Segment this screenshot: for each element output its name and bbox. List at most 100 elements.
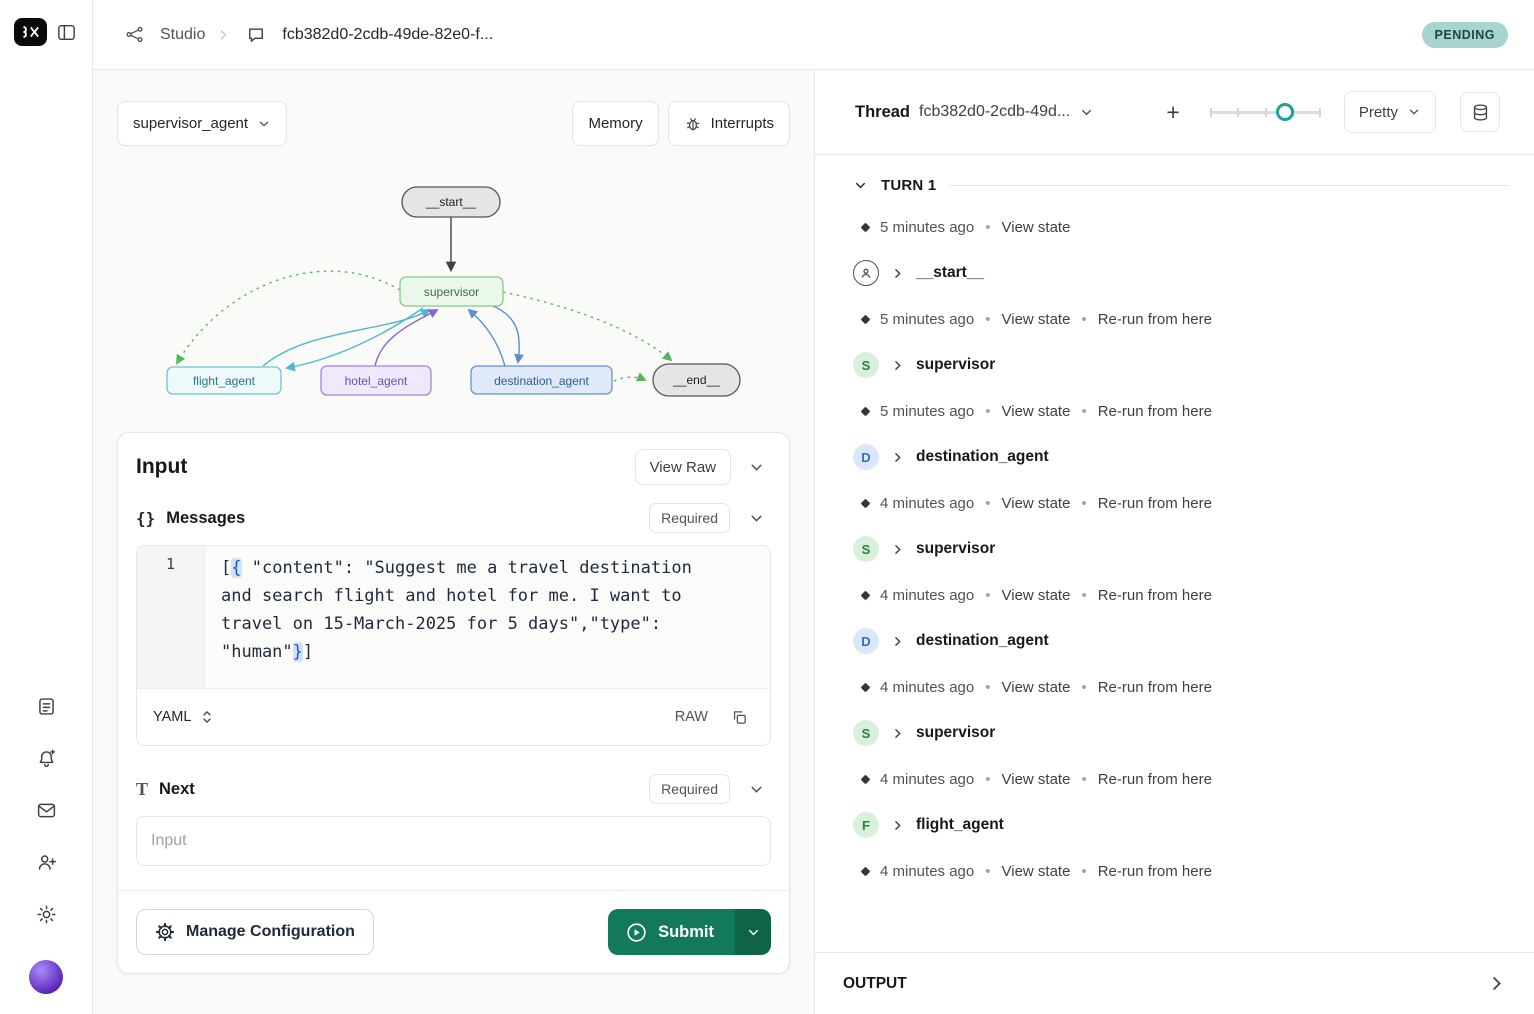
breadcrumb-studio[interactable]: Studio xyxy=(160,26,205,44)
theme-toggle-icon[interactable] xyxy=(34,902,58,926)
code-token: ] xyxy=(302,642,314,662)
breadcrumb-thread-id[interactable]: fcb382d0-2cdb-49de-82e0-f... xyxy=(282,26,493,44)
copy-icon[interactable] xyxy=(724,702,754,732)
code-content[interactable]: [{ "content": "Suggest me a travel desti… xyxy=(221,554,697,666)
timeline-node-row[interactable]: Ddestination_agent xyxy=(853,434,1508,480)
separator-dot-icon: • xyxy=(1081,586,1087,604)
thread-selector[interactable]: Thread fcb382d0-2cdb-49d... xyxy=(855,103,1094,122)
slider-tick xyxy=(1209,108,1212,117)
graph-node-supervisor[interactable]: supervisor xyxy=(399,276,504,307)
step-diamond-icon xyxy=(860,590,871,600)
view-state-link[interactable]: View state xyxy=(1002,863,1071,880)
graph-node-end[interactable]: __end__ xyxy=(652,363,741,397)
view-state-link[interactable]: View state xyxy=(1002,403,1071,420)
timeline-node-row[interactable]: Ssupervisor xyxy=(853,710,1508,756)
submit-button[interactable]: Submit xyxy=(608,909,735,955)
view-state-link[interactable]: View state xyxy=(1002,679,1071,696)
timeline-node-row[interactable]: Fflight_agent xyxy=(853,802,1508,848)
graph-node-flight-agent[interactable]: flight_agent xyxy=(166,366,282,395)
graph-node-destination-agent[interactable]: destination_agent xyxy=(470,365,613,395)
turn-collapse-chevron-icon[interactable] xyxy=(853,178,868,193)
interrupts-button-label: Interrupts xyxy=(710,115,774,132)
chevron-right-icon[interactable] xyxy=(891,635,904,648)
turn-header: TURN 1 xyxy=(853,177,1508,194)
editor-line-number: 1 xyxy=(137,546,205,688)
graph-node-hotel-agent[interactable]: hotel_agent xyxy=(320,365,432,396)
re-run-from-here-link[interactable]: Re-run from here xyxy=(1098,403,1212,420)
edge-flight-supervisor xyxy=(262,309,431,367)
sidebar-toggle-icon[interactable] xyxy=(54,20,78,44)
next-input[interactable] xyxy=(136,816,771,866)
manage-configuration-button[interactable]: Manage Configuration xyxy=(136,909,374,955)
release-notes-icon[interactable] xyxy=(34,694,58,718)
invite-user-icon[interactable] xyxy=(34,850,58,874)
memory-button[interactable]: Memory xyxy=(572,101,659,146)
editor-language-select[interactable]: YAML xyxy=(153,709,191,725)
new-thread-button[interactable]: + xyxy=(1160,99,1185,126)
collapse-next-chevron-icon[interactable] xyxy=(741,774,771,804)
re-run-from-here-link[interactable]: Re-run from here xyxy=(1098,679,1212,696)
collapse-input-chevron-icon[interactable] xyxy=(741,452,771,482)
output-bar[interactable]: OUTPUT xyxy=(815,952,1534,1014)
text-type-icon: T xyxy=(136,778,149,799)
slider-knob[interactable] xyxy=(1275,103,1294,121)
thread-scroll-area: TURN 1 5 minutes ago • View state __start__… xyxy=(815,155,1534,952)
chevron-right-icon[interactable] xyxy=(891,543,904,556)
re-run-from-here-link[interactable]: Re-run from here xyxy=(1098,863,1212,880)
chevron-right-icon[interactable] xyxy=(891,359,904,372)
agent-selector-label: supervisor_agent xyxy=(133,115,249,132)
step-diamond-icon xyxy=(860,222,871,232)
raw-label[interactable]: RAW xyxy=(675,709,708,725)
thread-id: fcb382d0-2cdb-49d... xyxy=(919,103,1071,120)
re-run-from-here-link[interactable]: Re-run from here xyxy=(1098,495,1212,512)
step-timestamp: 4 minutes ago xyxy=(880,862,975,880)
render-mode-select[interactable]: Pretty xyxy=(1343,91,1436,133)
interrupts-button[interactable]: Interrupts xyxy=(667,101,790,146)
view-raw-button[interactable]: View Raw xyxy=(634,449,731,485)
collapse-messages-chevron-icon[interactable] xyxy=(741,503,771,533)
turn-divider xyxy=(949,185,1508,186)
view-state-link[interactable]: View state xyxy=(1002,587,1071,604)
mail-icon[interactable] xyxy=(34,798,58,822)
detail-level-slider[interactable] xyxy=(1209,102,1321,122)
svg-text:hotel_agent: hotel_agent xyxy=(345,374,408,388)
agent-graph: __start__ supervisor flight_agent hotel_… xyxy=(166,186,741,397)
timeline-node-row[interactable]: Ddestination_agent xyxy=(853,618,1508,664)
chevron-right-icon[interactable] xyxy=(891,819,904,832)
sort-arrows-icon[interactable] xyxy=(198,702,216,732)
step-timestamp: 4 minutes ago xyxy=(880,586,975,604)
user-avatar[interactable] xyxy=(29,960,63,994)
view-state-link[interactable]: View state xyxy=(1002,771,1071,788)
left-rail xyxy=(0,0,93,1014)
timeline-node-row[interactable]: Ssupervisor xyxy=(853,526,1508,572)
chevron-right-icon[interactable] xyxy=(891,451,904,464)
view-state-link[interactable]: View state xyxy=(1002,219,1071,236)
agent-selector[interactable]: supervisor_agent xyxy=(117,101,288,146)
notifications-icon[interactable] xyxy=(34,746,58,770)
separator-dot-icon: • xyxy=(1081,678,1087,696)
re-run-from-here-link[interactable]: Re-run from here xyxy=(1098,771,1212,788)
langchain-logo-icon[interactable] xyxy=(14,18,47,46)
editor-code-area[interactable]: [{ "content": "Suggest me a travel desti… xyxy=(205,546,770,688)
separator-dot-icon: • xyxy=(1081,494,1087,512)
graph-node-start[interactable]: __start__ xyxy=(401,186,501,218)
timeline-node-row[interactable]: Ssupervisor xyxy=(853,342,1508,388)
messages-required-badge: Required xyxy=(649,503,730,533)
separator-dot-icon: • xyxy=(1081,402,1087,420)
view-state-link[interactable]: View state xyxy=(1002,311,1071,328)
submit-options-chevron[interactable] xyxy=(735,909,771,955)
chevron-right-icon[interactable] xyxy=(891,727,904,740)
edge-destination-end-conditional xyxy=(613,372,647,382)
gear-icon xyxy=(155,922,175,942)
chevron-down-icon xyxy=(1407,105,1421,119)
timeline-node-row[interactable]: __start__ xyxy=(853,250,1508,296)
separator-dot-icon: • xyxy=(985,678,991,696)
re-run-from-here-link[interactable]: Re-run from here xyxy=(1098,587,1212,604)
output-expand-chevron-icon[interactable] xyxy=(1487,974,1506,993)
node-avatar: D xyxy=(853,628,879,654)
re-run-from-here-link[interactable]: Re-run from here xyxy=(1098,311,1212,328)
chevron-right-icon[interactable] xyxy=(891,267,904,280)
render-mode-label: Pretty xyxy=(1358,103,1398,121)
state-database-icon[interactable] xyxy=(1460,92,1500,132)
view-state-link[interactable]: View state xyxy=(1002,495,1071,512)
